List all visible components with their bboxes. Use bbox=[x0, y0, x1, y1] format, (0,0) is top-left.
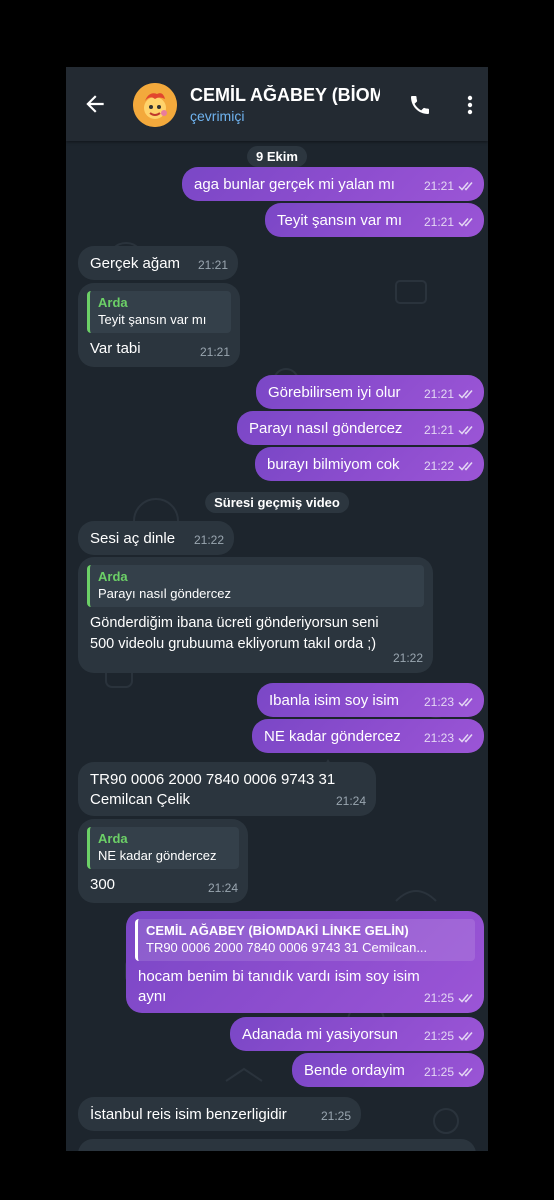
message-text: NE kadar göndercez bbox=[264, 728, 401, 745]
message-meta: 21:21 bbox=[424, 420, 476, 440]
message-meta: 21:21 bbox=[424, 212, 476, 232]
message-bubble-outgoing[interactable]: aga bunlar gerçek mi yalan mı 21:21 bbox=[182, 167, 484, 201]
message-time: 21:21 bbox=[423, 179, 454, 193]
message-text-line: aynı bbox=[138, 988, 167, 1005]
message-time: 21:23 bbox=[423, 695, 454, 709]
double-check-icon bbox=[458, 182, 473, 191]
message-time: 21:25 bbox=[423, 1065, 454, 1079]
message-text: aga bunlar gerçek mi yalan mı bbox=[194, 176, 395, 193]
message-time: 21:25 bbox=[320, 1109, 351, 1123]
message-text: Görebilirsem iyi olur bbox=[268, 384, 401, 401]
reply-quote[interactable]: Arda NE kadar göndercez bbox=[87, 827, 239, 869]
message-bubble-outgoing[interactable]: Bende ordayim 21:25 bbox=[292, 1053, 484, 1087]
reply-author: CEMİL AĞABEY (BİOMDAKİ LİNKE GELİN) bbox=[146, 923, 409, 938]
reply-text: NE kadar göndercez bbox=[98, 848, 217, 863]
double-check-icon bbox=[458, 426, 473, 435]
message-time: 21:21 bbox=[197, 258, 228, 272]
message-list[interactable]: 9 Ekim aga bunlar gerçek mi yalan mı 21:… bbox=[66, 141, 488, 1151]
message-bubble-incoming[interactable]: İstanbul reis isim benzerligidir 21:25 bbox=[78, 1097, 361, 1131]
double-check-icon bbox=[458, 698, 473, 707]
message-time: 21:22 bbox=[392, 651, 423, 665]
reply-quote[interactable]: CEMİL AĞABEY (BİOMDAKİ LİNKE GELİN) TR90… bbox=[135, 919, 475, 961]
avatar[interactable] bbox=[133, 83, 177, 127]
message-text: Gerçek ağam bbox=[90, 255, 181, 272]
message-bubble-outgoing[interactable]: burayı bilmiyom cok 21:22 bbox=[255, 447, 484, 481]
message-bubble-outgoing[interactable]: NE kadar göndercez 21:23 bbox=[252, 719, 484, 753]
reply-author: Arda bbox=[98, 295, 128, 310]
message-bubble-outgoing[interactable]: Ibanla isim soy isim 21:23 bbox=[257, 683, 484, 717]
online-status: çevrimiçi bbox=[190, 108, 245, 124]
message-meta: 21:22 bbox=[424, 456, 476, 476]
back-arrow-icon[interactable] bbox=[82, 91, 108, 117]
message-bubble-partial[interactable] bbox=[78, 1139, 476, 1151]
message-bubble-outgoing[interactable]: Parayı nasıl göndercez 21:21 bbox=[237, 411, 484, 445]
message-time: 21:22 bbox=[193, 533, 224, 547]
service-message: Süresi geçmiş video bbox=[205, 492, 349, 513]
message-time: 21:21 bbox=[423, 423, 454, 437]
message-meta: 21:25 bbox=[424, 1026, 476, 1046]
message-bubble-incoming-reply[interactable]: Arda NE kadar göndercez 300 21:24 bbox=[78, 819, 248, 903]
double-check-icon bbox=[458, 1068, 473, 1077]
message-time: 21:24 bbox=[335, 794, 366, 808]
message-text: Var tabi bbox=[90, 340, 141, 357]
double-check-icon bbox=[458, 994, 473, 1003]
message-bubble-incoming[interactable]: TR90 0006 2000 7840 0006 9743 31 Cemilca… bbox=[78, 762, 376, 816]
message-text: Teyit şansın var mı bbox=[277, 212, 403, 229]
message-text: burayı bilmiyom cok bbox=[267, 456, 400, 473]
double-check-icon bbox=[458, 218, 473, 227]
message-text: İstanbul reis isim benzerligidir bbox=[90, 1106, 287, 1123]
message-bubble-outgoing[interactable]: Adanada mi yasiyorsun 21:25 bbox=[230, 1017, 484, 1051]
message-meta: 21:21 bbox=[424, 176, 476, 196]
double-check-icon bbox=[458, 390, 473, 399]
message-time: 21:25 bbox=[423, 1029, 454, 1043]
message-text: 300 bbox=[90, 876, 116, 893]
message-time: 21:24 bbox=[207, 881, 238, 895]
reply-text: TR90 0006 2000 7840 0006 9743 31 Cemilca… bbox=[146, 940, 428, 955]
reply-text: Parayı nasıl göndercez bbox=[98, 586, 231, 601]
chat-title[interactable]: CEMİL AĞABEY (BİOMDA bbox=[190, 85, 380, 106]
message-time: 21:23 bbox=[423, 731, 454, 745]
date-separator: 9 Ekim bbox=[247, 146, 307, 167]
message-text-line: TR90 0006 2000 7840 0006 9743 31 bbox=[90, 771, 336, 788]
message-text-line: 500 videolu grubuuma ekliyorum takıl ord… bbox=[90, 636, 377, 652]
message-meta: 21:23 bbox=[424, 728, 476, 748]
message-bubble-outgoing[interactable]: Teyit şansın var mı 21:21 bbox=[265, 203, 484, 237]
message-meta: 21:23 bbox=[424, 692, 476, 712]
message-text-line: hocam benim bi tanıdık vardı isim soy is… bbox=[138, 968, 420, 985]
message-time: 21:25 bbox=[423, 991, 454, 1005]
message-text: Bende ordayim bbox=[304, 1062, 405, 1079]
message-text: Sesi aç dinle bbox=[90, 530, 176, 547]
message-meta: 21:21 bbox=[424, 384, 476, 404]
phone-screen: CEMİL AĞABEY (BİOMDA çevrimiçi 9 Ekim bbox=[66, 67, 488, 1151]
message-text: Adanada mi yasiyorsun bbox=[242, 1026, 398, 1043]
message-bubble-outgoing[interactable]: Görebilirsem iyi olur 21:21 bbox=[256, 375, 484, 409]
message-bubble-incoming[interactable]: Sesi aç dinle 21:22 bbox=[78, 521, 234, 555]
message-text-line: Cemilcan Çelik bbox=[90, 791, 191, 808]
message-meta: 21:25 bbox=[424, 988, 476, 1008]
message-bubble-incoming-reply[interactable]: Arda Parayı nasıl göndercez Gönderdiğim … bbox=[78, 557, 433, 673]
message-bubble-incoming-reply[interactable]: Arda Teyit şansın var mı Var tabi 21:21 bbox=[78, 283, 240, 367]
double-check-icon bbox=[458, 462, 473, 471]
reply-text: Teyit şansın var mı bbox=[98, 312, 207, 327]
double-check-icon bbox=[458, 1032, 473, 1041]
message-text: Parayı nasıl göndercez bbox=[249, 420, 403, 437]
message-meta: 21:25 bbox=[424, 1062, 476, 1082]
double-check-icon bbox=[458, 734, 473, 743]
reply-author: Arda bbox=[98, 569, 128, 584]
message-time: 21:22 bbox=[423, 459, 454, 473]
reply-quote[interactable]: Arda Parayı nasıl göndercez bbox=[87, 565, 424, 607]
reply-author: Arda bbox=[98, 831, 128, 846]
message-bubble-outgoing-reply[interactable]: CEMİL AĞABEY (BİOMDAKİ LİNKE GELİN) TR90… bbox=[126, 911, 484, 1013]
message-text-line: Gönderdiğim ibana ücreti gönderiyorsun s… bbox=[90, 615, 379, 631]
more-options-icon[interactable] bbox=[460, 93, 480, 117]
phone-call-icon[interactable] bbox=[408, 93, 432, 117]
message-time: 21:21 bbox=[423, 387, 454, 401]
reply-quote[interactable]: Arda Teyit şansın var mı bbox=[87, 291, 231, 333]
chat-header: CEMİL AĞABEY (BİOMDA çevrimiçi bbox=[66, 67, 488, 141]
avatar-cartoon-icon bbox=[133, 83, 177, 127]
message-bubble-incoming[interactable]: Gerçek ağam 21:21 bbox=[78, 246, 238, 280]
message-time: 21:21 bbox=[423, 215, 454, 229]
message-time: 21:21 bbox=[199, 345, 230, 359]
message-text: Ibanla isim soy isim bbox=[269, 692, 400, 709]
